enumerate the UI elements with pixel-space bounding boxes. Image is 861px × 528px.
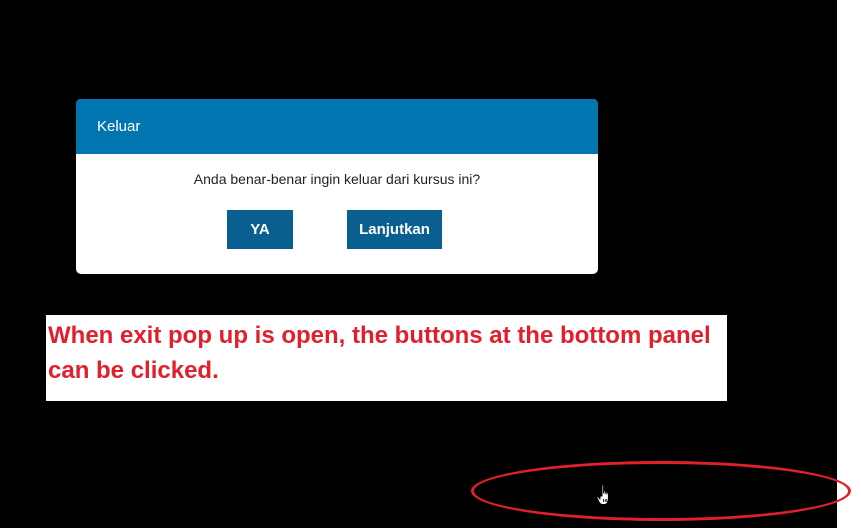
- annotation-note: When exit pop up is open, the buttons at…: [46, 315, 727, 401]
- dialog-title: Keluar: [76, 99, 598, 154]
- hand-pointer-icon: [596, 484, 609, 505]
- highlight-ellipse: [471, 461, 851, 521]
- exit-dialog: Keluar Anda benar-benar ingin keluar dar…: [76, 99, 598, 274]
- yes-button[interactable]: YA: [227, 210, 293, 249]
- continue-button[interactable]: Lanjutkan: [347, 210, 442, 249]
- dialog-message: Anda benar-benar ingin keluar dari kursu…: [193, 171, 481, 187]
